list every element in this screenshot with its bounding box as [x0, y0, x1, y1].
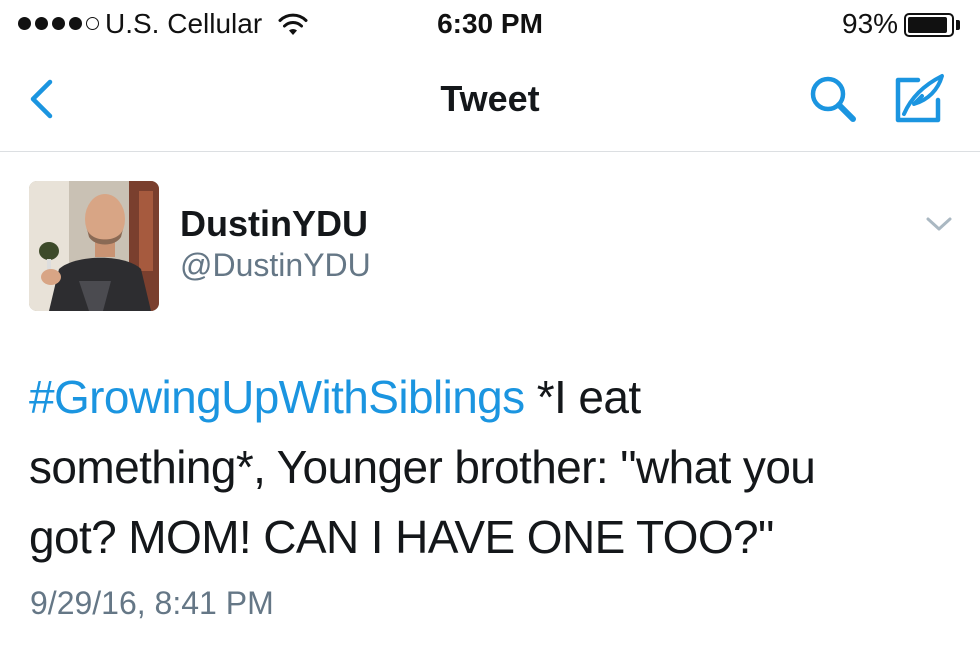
clock: 6:30 PM — [437, 8, 543, 39]
battery-fill — [908, 17, 948, 33]
hashtag-link[interactable]: #GrowingUpWithSiblings — [29, 371, 525, 423]
tweet-text: #GrowingUpWithSiblings *I eat something*,… — [29, 362, 959, 572]
status-bar: U.S. Cellular 6:30 PM 93% — [0, 0, 980, 50]
nav-bar: Tweet — [0, 50, 980, 152]
compose-icon[interactable] — [888, 70, 948, 130]
chevron-down-icon[interactable] — [922, 212, 956, 236]
avatar-photo — [29, 181, 159, 311]
search-icon[interactable] — [806, 72, 862, 128]
battery-nub — [956, 20, 960, 30]
author-display-name[interactable]: DustinYDU — [180, 203, 368, 245]
battery-icon — [904, 13, 954, 37]
tweet-text-line3: got? MOM! CAN I HAVE ONE TOO?" — [29, 511, 774, 563]
author-handle[interactable]: @DustinYDU — [180, 247, 371, 284]
tweet-text-line2: something*, Younger brother: "what you — [29, 441, 816, 493]
tweet-timestamp: 9/29/16, 8:41 PM — [30, 585, 274, 621]
tweet-text-line1: *I eat — [524, 371, 641, 423]
battery-percentage: 93% — [842, 8, 899, 39]
avatar[interactable] — [29, 181, 159, 311]
